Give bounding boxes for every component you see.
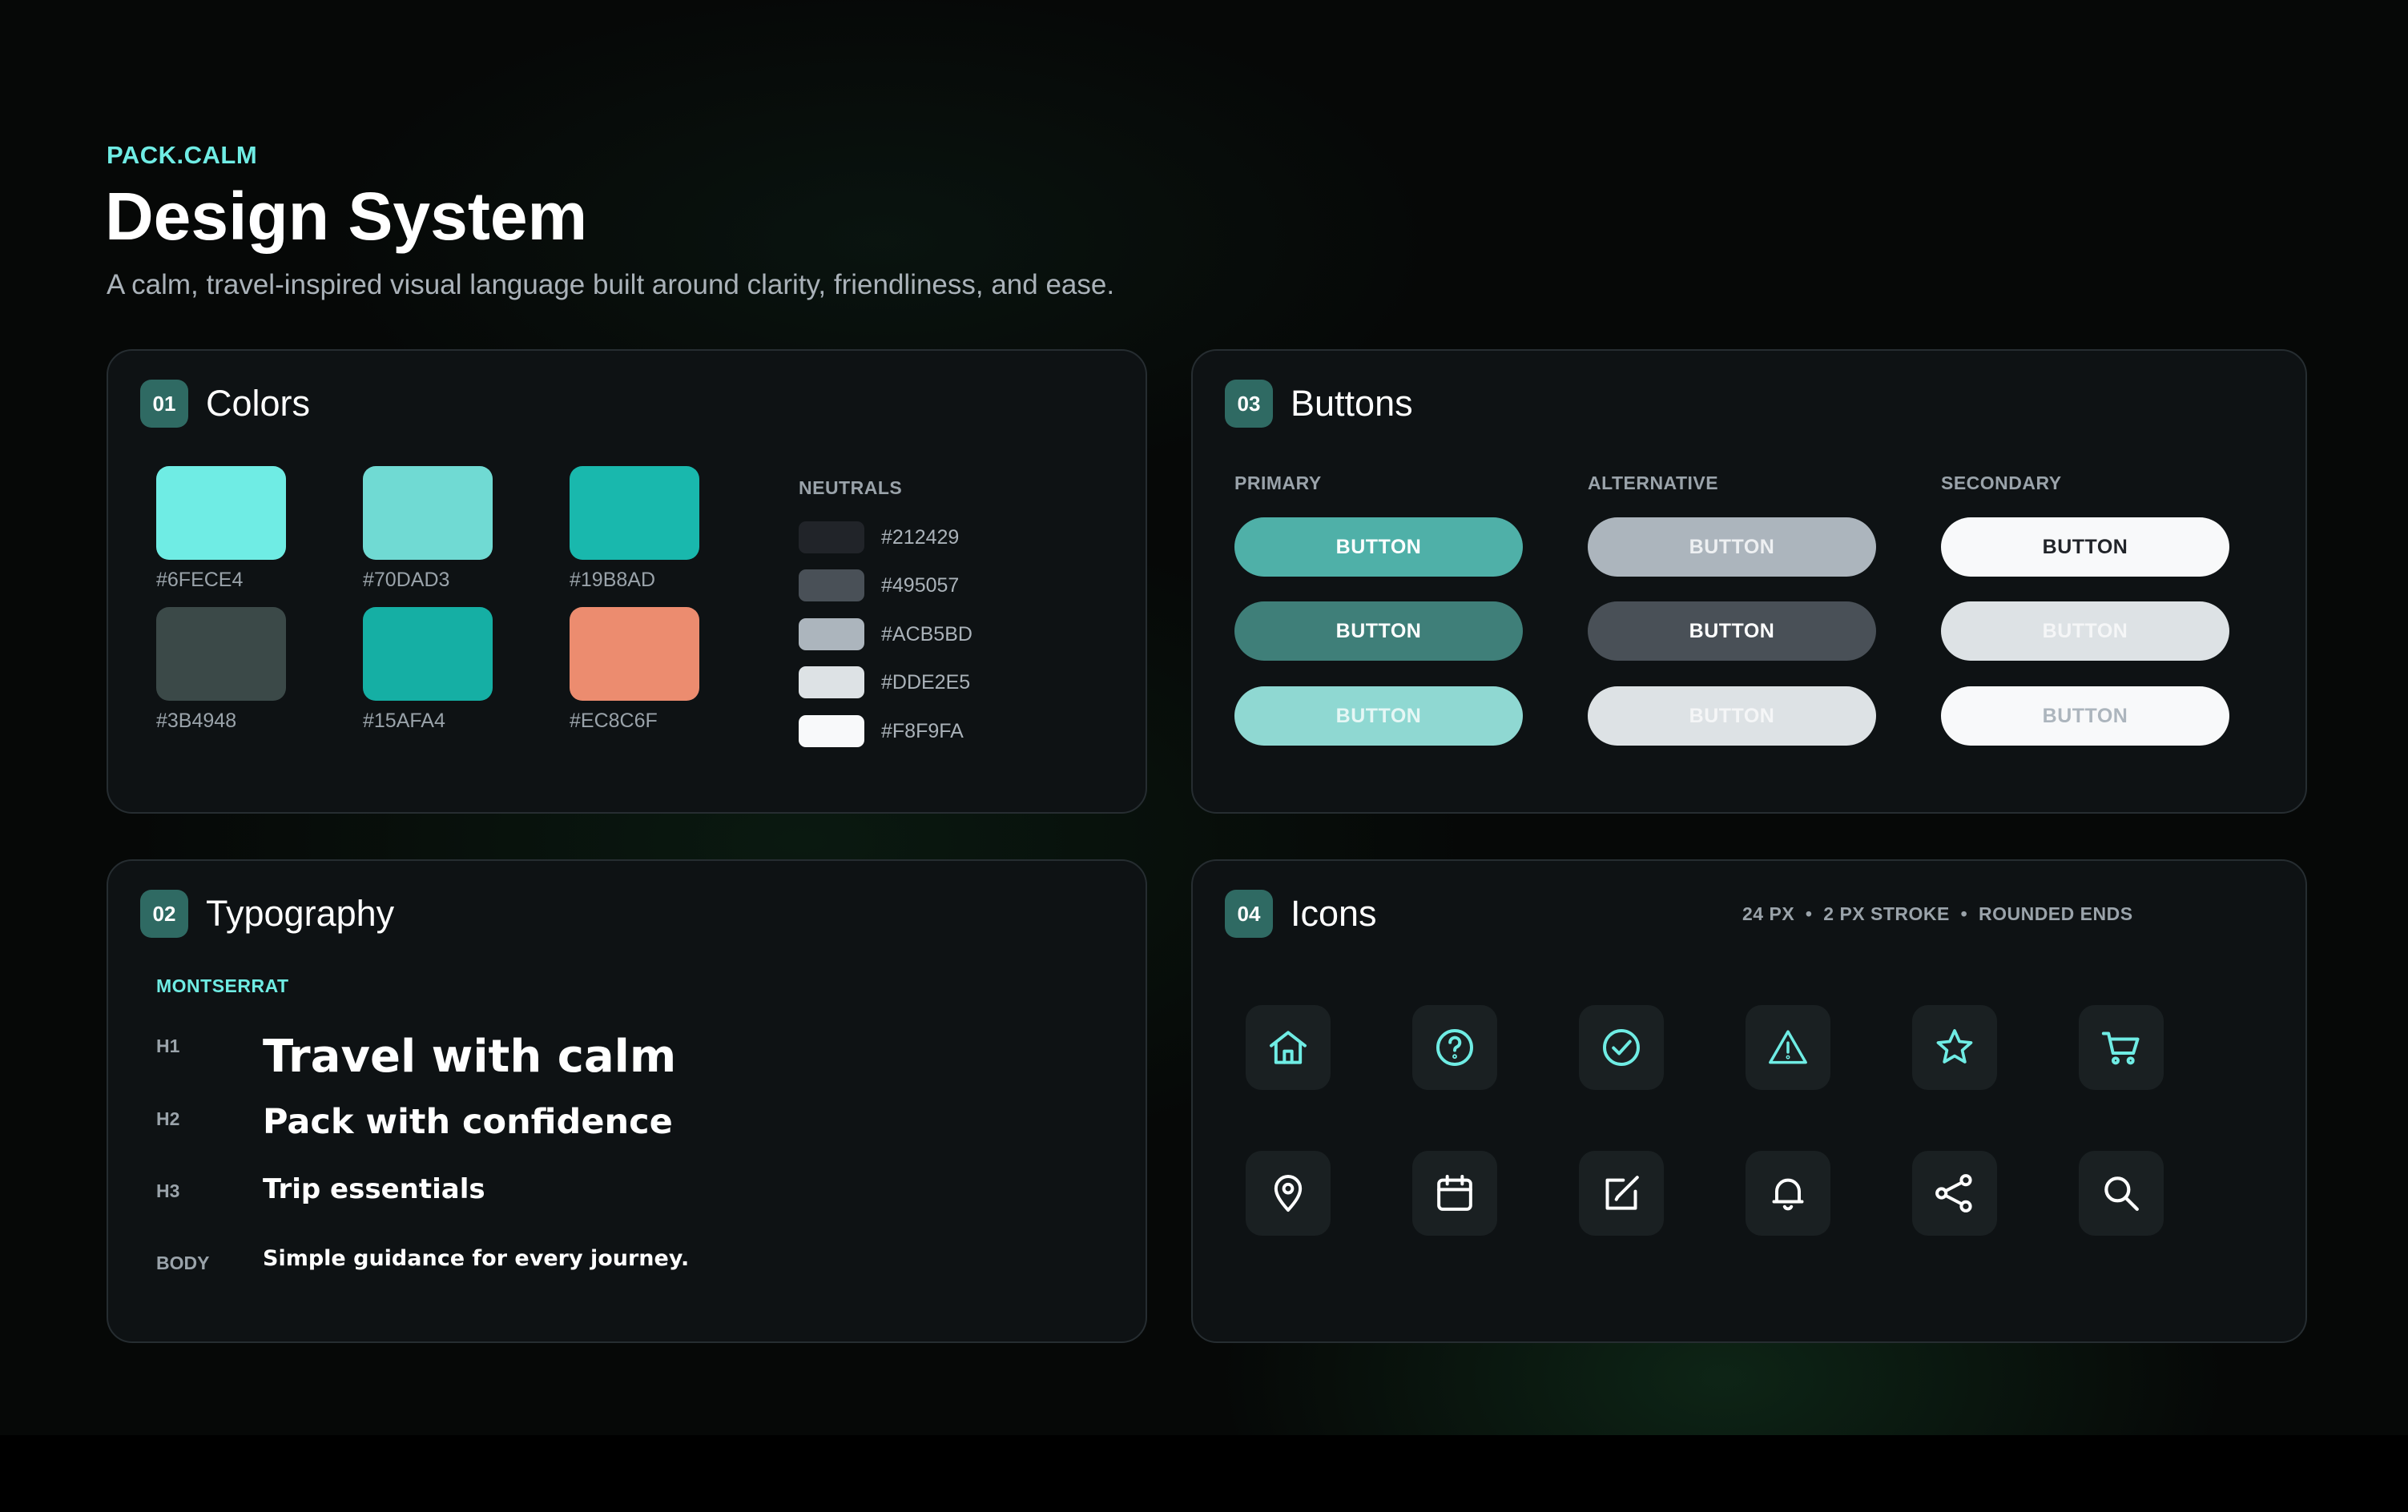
star-icon xyxy=(1936,1029,1973,1064)
buttons-card: 03 Buttons PRIMARY ALTERNATIVE SECONDARY… xyxy=(1191,349,2307,814)
primary-button-pressed[interactable]: BUTTON xyxy=(1234,601,1523,661)
icon-tile-star[interactable] xyxy=(1912,1005,1997,1090)
icon-tile-search[interactable] xyxy=(2079,1151,2164,1236)
neutral-color-row[interactable]: #212429 xyxy=(799,521,959,553)
bell-icon xyxy=(1772,1178,1804,1211)
h2-tag: H2 xyxy=(156,1108,180,1129)
typography-card-header: 02 Typography xyxy=(140,890,394,938)
neutral-chip xyxy=(799,618,864,650)
icon-tile-check[interactable] xyxy=(1579,1005,1664,1090)
primary-button[interactable]: BUTTON xyxy=(1234,517,1523,577)
page-subtitle: A calm, travel-inspired visual language … xyxy=(107,269,1115,300)
neutral-chip xyxy=(799,715,864,747)
section-number: 01 xyxy=(140,380,188,428)
icon-tile-home[interactable] xyxy=(1246,1005,1331,1090)
neutral-hex: #495057 xyxy=(881,573,960,597)
color-swatch-label: #EC8C6F xyxy=(570,710,658,732)
color-swatch[interactable] xyxy=(570,607,699,701)
primary-column-label: PRIMARY xyxy=(1234,472,1322,493)
color-swatch-label: #70DAD3 xyxy=(363,569,450,591)
help-icon xyxy=(1436,1029,1473,1066)
calendar-icon xyxy=(1437,1175,1472,1211)
secondary-column-label: SECONDARY xyxy=(1941,472,2062,493)
colors-card-header: 01 Colors xyxy=(140,380,310,428)
icons-card: 04 Icons 24 PX • 2 PX STROKE • ROUNDED E… xyxy=(1191,859,2307,1343)
body-tag: BODY xyxy=(156,1253,210,1273)
color-swatch-label: #19B8AD xyxy=(570,569,656,591)
secondary-button-pressed[interactable]: BUTTON xyxy=(1941,601,2229,661)
h3-tag: H3 xyxy=(156,1180,180,1201)
font-family-label: MONTSERRAT xyxy=(156,975,289,996)
neutral-chip xyxy=(799,521,864,553)
color-swatch[interactable] xyxy=(156,607,286,701)
icon-tile-share[interactable] xyxy=(1912,1151,1997,1236)
neutral-color-row[interactable]: #DDE2E5 xyxy=(799,666,970,698)
icon-tile-warning[interactable] xyxy=(1746,1005,1830,1090)
buttons-card-header: 03 Buttons xyxy=(1225,380,1413,428)
h3-sample: Trip essentials xyxy=(263,1173,485,1205)
warning-icon xyxy=(1769,1030,1807,1064)
bottom-band xyxy=(0,1435,2408,1512)
color-swatch[interactable] xyxy=(363,607,493,701)
body-sample: Simple guidance for every journey. xyxy=(263,1246,690,1271)
color-swatch[interactable] xyxy=(363,466,493,560)
colors-card: 01 Colors #6FECE4 #70DAD3 #19B8AD #3B494… xyxy=(107,349,1147,814)
section-number: 04 xyxy=(1225,890,1273,938)
icon-tile-edit[interactable] xyxy=(1579,1151,1664,1236)
neutral-chip xyxy=(799,666,864,698)
section-title: Buttons xyxy=(1291,383,1413,424)
brand-name: PACK.CALM xyxy=(107,141,258,169)
neutral-hex: #212429 xyxy=(881,525,960,549)
color-swatch[interactable] xyxy=(570,466,699,560)
typography-card: 02 Typography MONTSERRAT H1 Travel with … xyxy=(107,859,1147,1343)
cart-icon xyxy=(2101,1031,2140,1065)
h1-tag: H1 xyxy=(156,1035,180,1056)
page-title: Design System xyxy=(105,179,588,254)
neutral-color-row[interactable]: #495057 xyxy=(799,569,959,601)
alternative-button-disabled[interactable]: BUTTON xyxy=(1588,686,1876,746)
icon-tile-help[interactable] xyxy=(1412,1005,1497,1090)
section-number: 03 xyxy=(1225,380,1273,428)
h2-sample: Pack with confidence xyxy=(263,1102,673,1142)
section-title: Icons xyxy=(1291,893,1377,934)
section-title: Typography xyxy=(206,893,395,934)
neutral-color-row[interactable]: #ACB5BD xyxy=(799,618,972,650)
alternative-button-pressed[interactable]: BUTTON xyxy=(1588,601,1876,661)
neutral-chip xyxy=(799,569,864,601)
h1-sample: Travel with calm xyxy=(263,1031,677,1083)
edit-icon xyxy=(1605,1176,1639,1210)
home-icon xyxy=(1270,1031,1307,1064)
color-swatch[interactable] xyxy=(156,466,286,560)
section-number: 02 xyxy=(140,890,188,938)
alternative-button[interactable]: BUTTON xyxy=(1588,517,1876,577)
icons-card-header: 04 Icons xyxy=(1225,890,1377,938)
primary-button-disabled[interactable]: BUTTON xyxy=(1234,686,1523,746)
icon-tile-cart[interactable] xyxy=(2079,1005,2164,1090)
neutral-color-row[interactable]: #F8F9FA xyxy=(799,715,964,747)
secondary-button-disabled[interactable]: BUTTON xyxy=(1941,686,2229,746)
neutrals-label: NEUTRALS xyxy=(799,477,903,498)
color-swatch-label: #15AFA4 xyxy=(363,710,445,732)
neutral-hex: #F8F9FA xyxy=(881,719,964,742)
icon-tile-location[interactable] xyxy=(1246,1151,1331,1236)
check-circle-icon xyxy=(1603,1029,1640,1066)
location-pin-icon xyxy=(1274,1175,1303,1212)
neutral-hex: #DDE2E5 xyxy=(881,670,971,694)
section-title: Colors xyxy=(206,383,311,424)
icon-tile-calendar[interactable] xyxy=(1412,1151,1497,1236)
share-icon xyxy=(1935,1174,1972,1212)
neutral-hex: #ACB5BD xyxy=(881,622,972,645)
secondary-button[interactable]: BUTTON xyxy=(1941,517,2229,577)
icon-tile-bell[interactable] xyxy=(1746,1151,1830,1236)
search-icon xyxy=(2104,1176,2139,1211)
icon-spec: 24 PX • 2 PX STROKE • ROUNDED ENDS xyxy=(1742,903,2133,924)
color-swatch-label: #6FECE4 xyxy=(156,569,244,591)
alternative-column-label: ALTERNATIVE xyxy=(1588,472,1719,493)
color-swatch-label: #3B4948 xyxy=(156,710,237,732)
